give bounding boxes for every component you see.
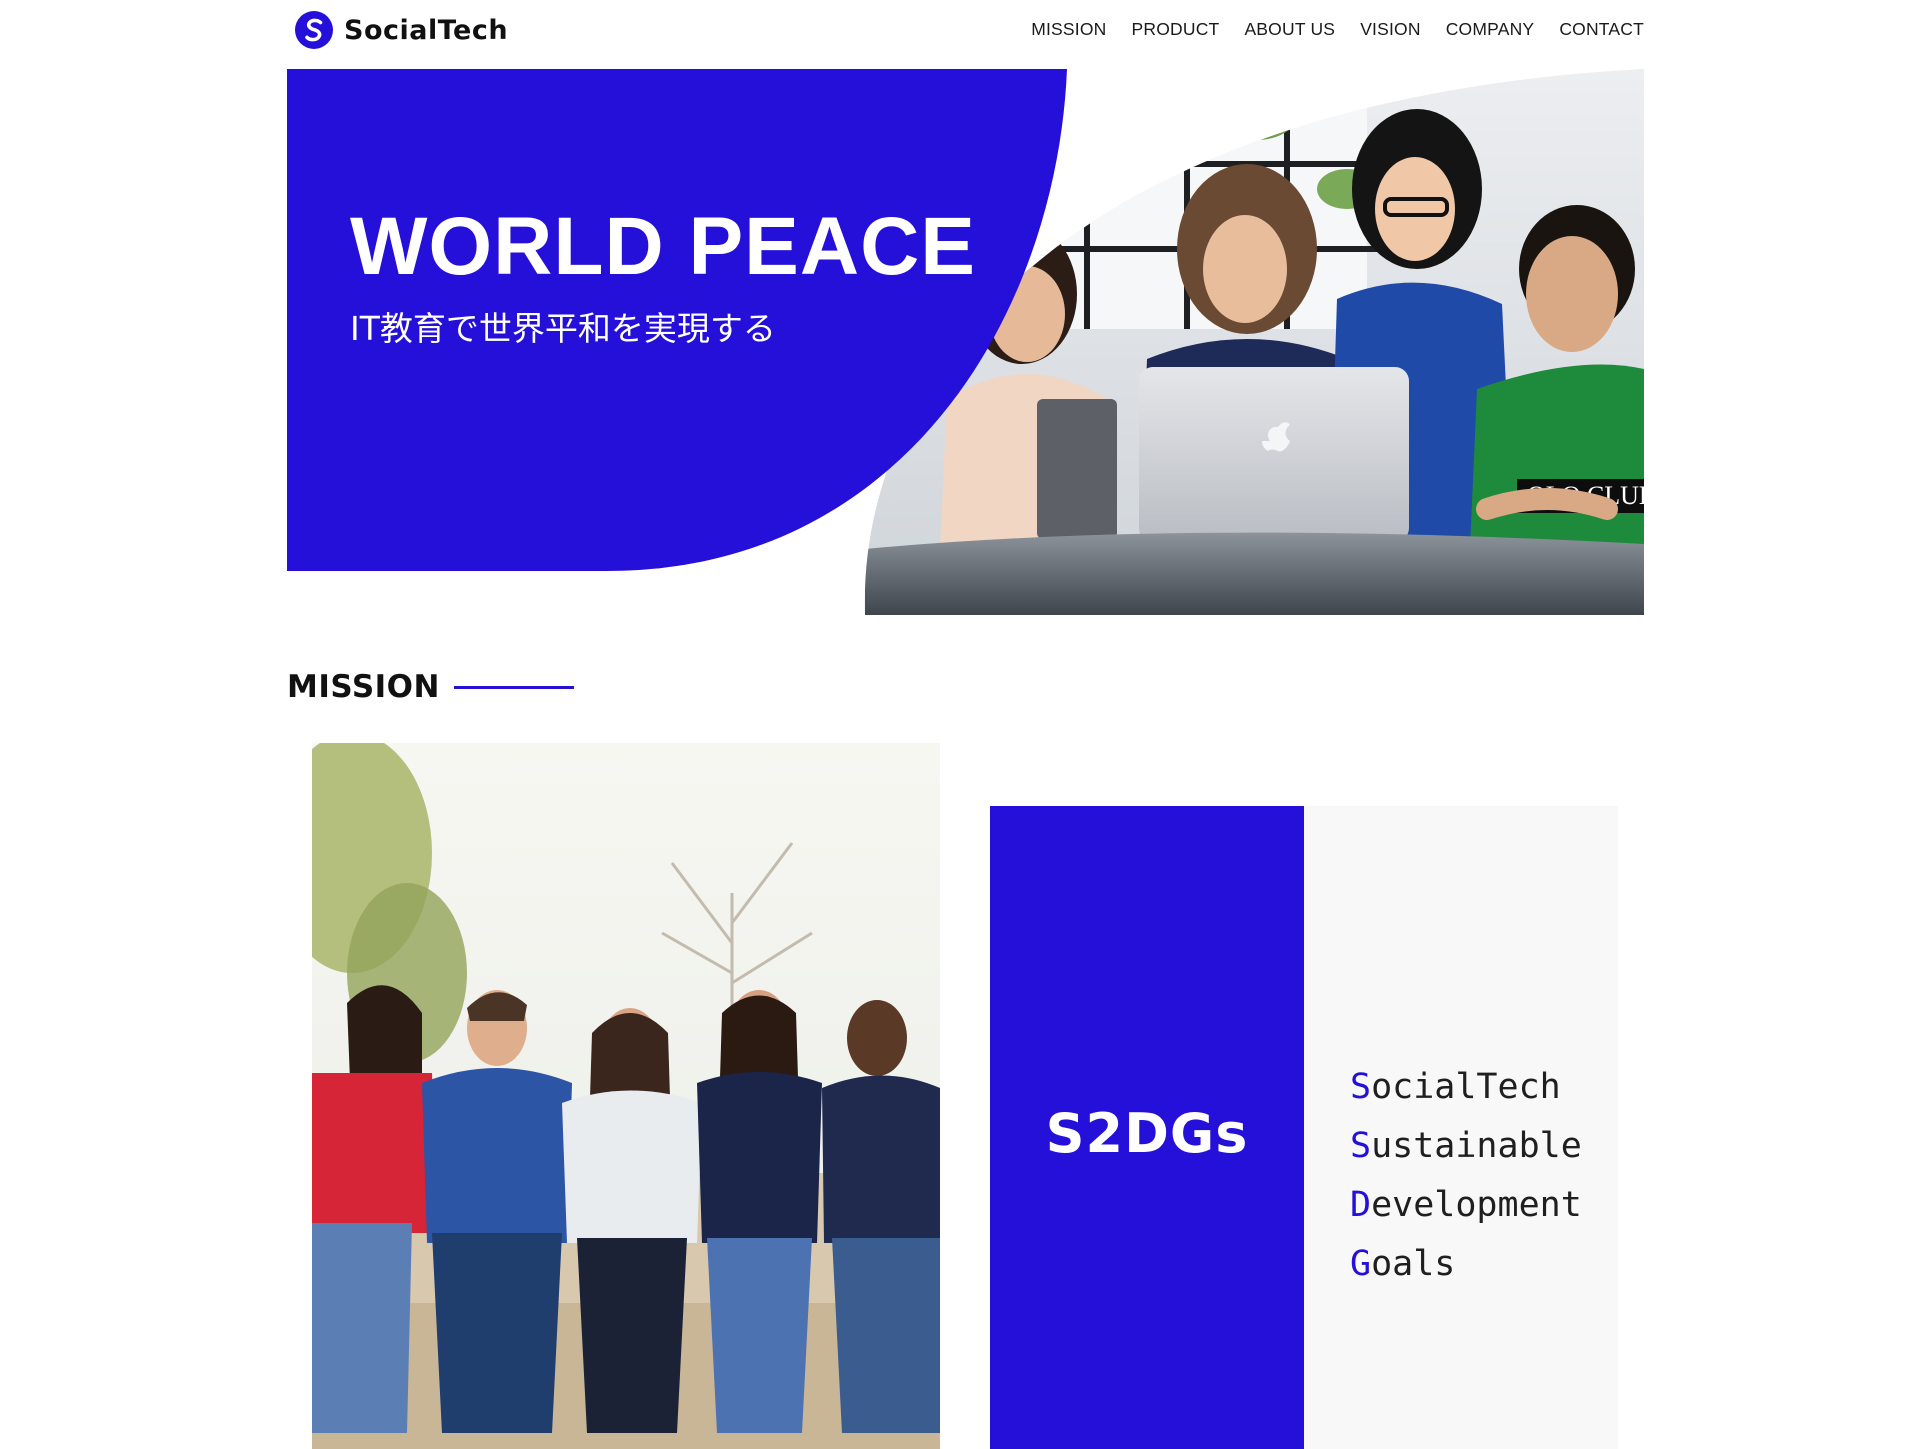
acronym-line: Development xyxy=(1350,1176,1582,1235)
nav-item-vision[interactable]: VISION xyxy=(1360,19,1421,40)
main-nav: MISSION PRODUCT ABOUT US VISION COMPANY … xyxy=(1031,19,1644,40)
acronym-list: SocialTech Sustainable Development Goals xyxy=(1350,1058,1582,1294)
acronym-word: oals xyxy=(1371,1244,1456,1284)
site-header: SocialTech MISSION PRODUCT ABOUT US VISI… xyxy=(0,0,1920,60)
s2dgs-title: S2DGs xyxy=(1045,1102,1249,1165)
acronym-initial: S xyxy=(1350,1067,1372,1107)
s2dgs-title-panel: S2DGs xyxy=(990,806,1304,1449)
nav-item-company[interactable]: COMPANY xyxy=(1446,19,1535,40)
acronym-line: SocialTech xyxy=(1350,1058,1582,1117)
nav-item-about-us[interactable]: ABOUT US xyxy=(1244,19,1335,40)
nav-item-product[interactable]: PRODUCT xyxy=(1132,19,1220,40)
nav-item-mission[interactable]: MISSION xyxy=(1031,19,1106,40)
acronym-word: ustainable xyxy=(1371,1126,1582,1166)
group-of-friends-sitting-photo xyxy=(312,743,940,1449)
hero-title: WORLD PEACE xyxy=(350,201,976,292)
hero-subtitle: IT教育で世界平和を実現する xyxy=(350,309,776,348)
acronym-initial: G xyxy=(1350,1244,1372,1284)
acronym-initial: D xyxy=(1350,1185,1372,1225)
brand-name: SocialTech xyxy=(344,14,509,46)
mission-heading: MISSION xyxy=(287,672,574,703)
acronym-line: Sustainable xyxy=(1350,1117,1582,1176)
s-letter-circle-icon xyxy=(295,11,333,49)
section-title: MISSION xyxy=(287,669,440,705)
heading-underline xyxy=(453,686,574,689)
logo-link[interactable]: SocialTech xyxy=(294,10,508,50)
s2dgs-acronym-panel: SocialTech Sustainable Development Goals xyxy=(1304,806,1618,1449)
acronym-word: ocialTech xyxy=(1371,1067,1561,1107)
s2dgs-card: S2DGs SocialTech Sustainable Development… xyxy=(990,806,1618,1449)
acronym-word: evelopment xyxy=(1371,1185,1582,1225)
nav-item-contact[interactable]: CONTACT xyxy=(1559,19,1644,40)
hero-section: OLO CLUB WORLD PEACE IT教育で世界平和を実現する xyxy=(287,69,1644,615)
acronym-line: Goals xyxy=(1350,1235,1582,1294)
acronym-initial: S xyxy=(1350,1126,1372,1166)
